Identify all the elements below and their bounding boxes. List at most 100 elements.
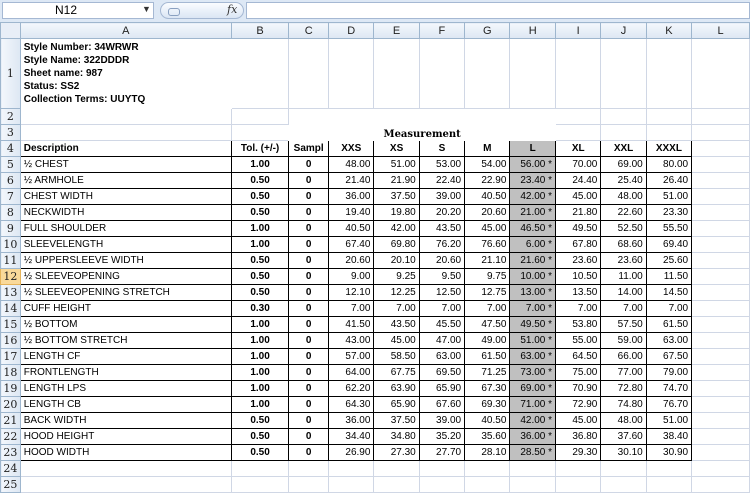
- size-xxl-cell[interactable]: 25.40: [600, 172, 647, 189]
- description-cell[interactable]: CUFF HEIGHT: [19, 300, 232, 317]
- size-xl-cell[interactable]: 70.90: [555, 380, 602, 397]
- size-xxxl-cell[interactable]: 14.50: [645, 284, 693, 301]
- size-xl-cell[interactable]: 13.50: [555, 284, 602, 301]
- size-xs-cell[interactable]: 20.10: [373, 252, 420, 269]
- size-xxs-cell[interactable]: 62.20: [328, 380, 375, 397]
- tolerance-cell[interactable]: 0.50: [230, 252, 290, 269]
- size-m-cell[interactable]: 45.00: [464, 220, 511, 237]
- tolerance-cell[interactable]: 1.00: [230, 332, 290, 349]
- size-s-cell[interactable]: 76.20: [418, 236, 466, 253]
- tolerance-cell[interactable]: 0.50: [230, 428, 290, 445]
- size-xxs-cell[interactable]: 64.30: [328, 396, 375, 413]
- empty-cell[interactable]: [19, 124, 232, 141]
- size-xs-cell[interactable]: 21.90: [373, 172, 420, 189]
- column-header-d[interactable]: D: [328, 22, 375, 39]
- header-cell[interactable]: Tol. (+/-): [230, 140, 290, 157]
- row-header-5[interactable]: 5: [0, 156, 21, 173]
- column-header-e[interactable]: E: [373, 22, 420, 39]
- size-xl-cell[interactable]: 53.80: [555, 316, 602, 333]
- row-header-9[interactable]: 9: [0, 220, 21, 237]
- size-xl-cell[interactable]: 24.40: [555, 172, 602, 189]
- column-header-a[interactable]: A: [19, 22, 232, 39]
- description-cell[interactable]: CHEST WIDTH: [19, 188, 232, 205]
- tolerance-cell[interactable]: 0.30: [230, 300, 290, 317]
- empty-cell[interactable]: [691, 348, 750, 365]
- size-xxs-cell[interactable]: 36.00: [328, 412, 375, 429]
- sample-cell[interactable]: 0: [288, 236, 330, 253]
- size-xxl-cell[interactable]: 48.00: [600, 412, 647, 429]
- row-header-1[interactable]: 1: [0, 38, 21, 109]
- size-l-cell[interactable]: 28.50 *: [509, 444, 557, 461]
- header-cell[interactable]: M: [464, 140, 511, 157]
- row-header-21[interactable]: 21: [0, 412, 21, 429]
- size-xl-cell[interactable]: 67.80: [555, 236, 602, 253]
- size-xs-cell[interactable]: 58.50: [373, 348, 420, 365]
- sample-cell[interactable]: 0: [288, 204, 330, 221]
- description-cell[interactable]: ½ ARMHOLE: [19, 172, 232, 189]
- size-xxs-cell[interactable]: 19.40: [328, 204, 375, 221]
- formula-input[interactable]: [246, 2, 750, 19]
- size-m-cell[interactable]: 69.30: [464, 396, 511, 413]
- row-header-8[interactable]: 8: [0, 204, 21, 221]
- size-xxs-cell[interactable]: 57.00: [328, 348, 375, 365]
- empty-cell[interactable]: [288, 460, 330, 477]
- size-s-cell[interactable]: 63.00: [418, 348, 466, 365]
- insert-function-icon[interactable]: fx: [227, 3, 237, 16]
- empty-cell[interactable]: [19, 108, 232, 125]
- size-xxs-cell[interactable]: 12.10: [328, 284, 375, 301]
- size-xl-cell[interactable]: 72.90: [555, 396, 602, 413]
- row-header-12[interactable]: 12: [0, 268, 21, 285]
- empty-cell[interactable]: [600, 38, 647, 109]
- size-xxl-cell[interactable]: 59.00: [600, 332, 647, 349]
- sample-cell[interactable]: 0: [288, 396, 330, 413]
- empty-cell[interactable]: [373, 460, 420, 477]
- tolerance-cell[interactable]: 1.00: [230, 364, 290, 381]
- tolerance-cell[interactable]: 1.00: [230, 236, 290, 253]
- row-header-25[interactable]: 25: [0, 476, 21, 493]
- size-l-cell[interactable]: 63.00 *: [509, 348, 557, 365]
- empty-cell[interactable]: [328, 476, 375, 493]
- empty-cell[interactable]: [464, 38, 511, 109]
- size-xxl-cell[interactable]: 48.00: [600, 188, 647, 205]
- size-s-cell[interactable]: 65.90: [418, 380, 466, 397]
- empty-cell[interactable]: [645, 38, 693, 109]
- size-xxxl-cell[interactable]: 63.00: [645, 332, 693, 349]
- size-s-cell[interactable]: 45.50: [418, 316, 466, 333]
- row-header-6[interactable]: 6: [0, 172, 21, 189]
- size-l-cell[interactable]: 56.00 *: [509, 156, 557, 173]
- size-xxs-cell[interactable]: 20.60: [328, 252, 375, 269]
- empty-cell[interactable]: [691, 316, 750, 333]
- empty-cell[interactable]: [555, 124, 602, 141]
- empty-cell[interactable]: [600, 108, 647, 125]
- size-xxl-cell[interactable]: 77.00: [600, 364, 647, 381]
- header-cell[interactable]: XXS: [328, 140, 375, 157]
- size-xxl-cell[interactable]: 69.00: [600, 156, 647, 173]
- header-cell[interactable]: XL: [555, 140, 602, 157]
- header-cell[interactable]: Sampl: [288, 140, 330, 157]
- sample-cell[interactable]: 0: [288, 220, 330, 237]
- empty-cell[interactable]: [19, 476, 232, 493]
- empty-cell[interactable]: [691, 476, 750, 493]
- sample-cell[interactable]: 0: [288, 252, 330, 269]
- tolerance-cell[interactable]: 0.50: [230, 284, 290, 301]
- sample-cell[interactable]: 0: [288, 316, 330, 333]
- empty-cell[interactable]: [691, 38, 750, 109]
- row-header-22[interactable]: 22: [0, 428, 21, 445]
- size-xxxl-cell[interactable]: 51.00: [645, 412, 693, 429]
- size-xxl-cell[interactable]: 22.60: [600, 204, 647, 221]
- row-header-4[interactable]: 4: [0, 140, 21, 157]
- row-header-19[interactable]: 19: [0, 380, 21, 397]
- description-cell[interactable]: ½ BOTTOM: [19, 316, 232, 333]
- size-xxl-cell[interactable]: 52.50: [600, 220, 647, 237]
- header-cell[interactable]: XXL: [600, 140, 647, 157]
- size-xs-cell[interactable]: 37.50: [373, 188, 420, 205]
- description-cell[interactable]: ½ CHEST: [19, 156, 232, 173]
- empty-cell[interactable]: [600, 476, 647, 493]
- size-xs-cell[interactable]: 12.25: [373, 284, 420, 301]
- row-header-11[interactable]: 11: [0, 252, 21, 269]
- description-cell[interactable]: SLEEVELENGTH: [19, 236, 232, 253]
- empty-cell[interactable]: [691, 284, 750, 301]
- size-s-cell[interactable]: 9.50: [418, 268, 466, 285]
- tolerance-cell[interactable]: 1.00: [230, 380, 290, 397]
- description-cell[interactable]: ½ SLEEVEOPENING: [19, 268, 232, 285]
